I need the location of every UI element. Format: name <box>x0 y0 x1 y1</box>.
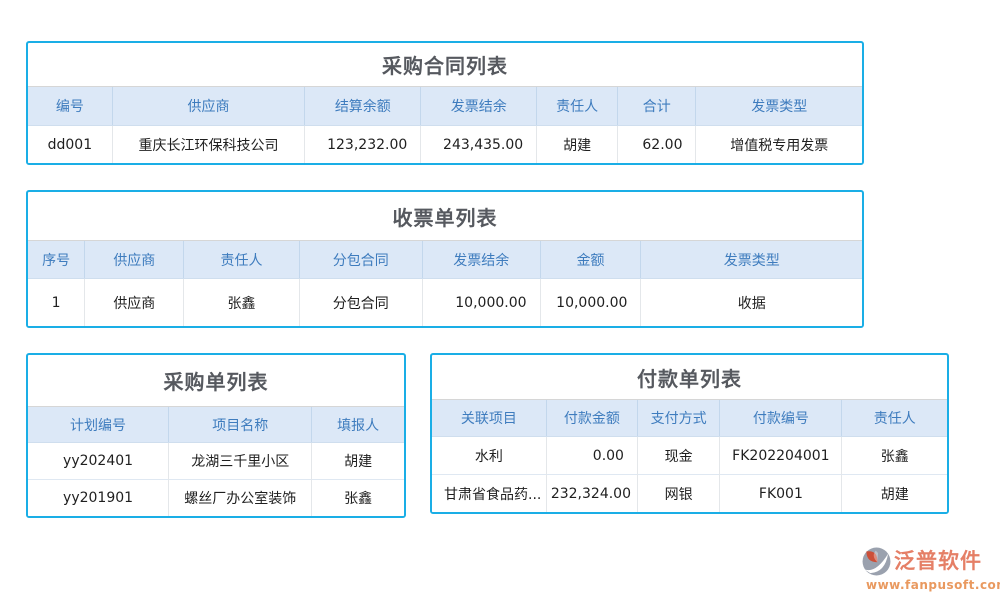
column-header: 供应商 <box>112 87 305 126</box>
payment-list-table: 关联项目 付款金额 支付方式 付款编号 责任人 水利 0.00 现金 FK202… <box>432 399 947 512</box>
column-header: 分包合同 <box>299 241 422 279</box>
purchase-contract-panel: 采购合同列表 编号 供应商 结算余额 发票结余 责任人 合计 发票类型 dd00… <box>26 41 864 165</box>
table-cell: 62.00 <box>618 126 696 164</box>
table-cell: 龙湖三千里小区 <box>169 443 312 480</box>
column-header: 供应商 <box>85 241 184 279</box>
payment-list-title: 付款单列表 <box>432 355 947 399</box>
table-row: 1 供应商 张鑫 分包合同 10,000.00 10,000.00 收据 <box>28 279 862 327</box>
table-row: yy202401 龙湖三千里小区 胡建 <box>28 443 404 480</box>
table-row: yy201901 螺丝厂办公室装饰 张鑫 <box>28 480 404 517</box>
receipt-list-title: 收票单列表 <box>28 192 862 240</box>
table-cell: 胡建 <box>312 443 404 480</box>
table-cell: 0.00 <box>546 437 637 475</box>
table-cell: 胡建 <box>537 126 618 164</box>
payment-list-panel: 付款单列表 关联项目 付款金额 支付方式 付款编号 责任人 水利 0.00 现金… <box>430 353 949 514</box>
table-cell: FK202204001 <box>720 437 842 475</box>
column-header: 填报人 <box>312 407 404 443</box>
table-cell: 甘肃省食品药... <box>432 475 546 513</box>
column-header: 付款金额 <box>546 400 637 437</box>
table-cell: 重庆长江环保科技公司 <box>112 126 305 164</box>
table-cell: 232,324.00 <box>546 475 637 513</box>
fanpu-website-url: www.fanpusoft.com <box>860 578 994 592</box>
column-header: 责任人 <box>184 241 299 279</box>
column-header: 发票结余 <box>421 87 537 126</box>
table-cell: 1 <box>28 279 85 327</box>
table-cell: 张鑫 <box>184 279 299 327</box>
column-header: 计划编号 <box>28 407 169 443</box>
fanpu-logo-icon <box>860 546 893 577</box>
table-cell: dd001 <box>28 126 112 164</box>
table-cell: 水利 <box>432 437 546 475</box>
table-row: 水利 0.00 现金 FK202204001 张鑫 <box>432 437 947 475</box>
fanpu-logo[interactable]: 泛普软件 www.fanpusoft.com <box>860 546 994 592</box>
receipt-list-panel: 收票单列表 序号 供应商 责任人 分包合同 发票结余 金额 发票类型 1 供应商… <box>26 190 864 328</box>
table-cell: 10,000.00 <box>422 279 540 327</box>
table-cell: 现金 <box>637 437 719 475</box>
table-cell: FK001 <box>720 475 842 513</box>
column-header: 合计 <box>618 87 696 126</box>
table-cell: 10,000.00 <box>540 279 641 327</box>
table-cell: 增值税专用发票 <box>696 126 862 164</box>
column-header: 项目名称 <box>169 407 312 443</box>
column-header: 金额 <box>540 241 641 279</box>
header-row: 序号 供应商 责任人 分包合同 发票结余 金额 发票类型 <box>28 241 862 279</box>
column-header: 序号 <box>28 241 85 279</box>
column-header: 编号 <box>28 87 112 126</box>
column-header: 支付方式 <box>637 400 719 437</box>
table-cell: 张鑫 <box>312 480 404 517</box>
column-header: 发票结余 <box>422 241 540 279</box>
table-cell: 网银 <box>637 475 719 513</box>
header-row: 编号 供应商 结算余额 发票结余 责任人 合计 发票类型 <box>28 87 862 126</box>
column-header: 发票类型 <box>641 241 862 279</box>
header-row: 计划编号 项目名称 填报人 <box>28 407 404 443</box>
header-row: 关联项目 付款金额 支付方式 付款编号 责任人 <box>432 400 947 437</box>
purchase-contract-title: 采购合同列表 <box>28 43 862 86</box>
column-header: 关联项目 <box>432 400 546 437</box>
table-cell: 分包合同 <box>299 279 422 327</box>
table-cell: 胡建 <box>842 475 947 513</box>
table-row: dd001 重庆长江环保科技公司 123,232.00 243,435.00 胡… <box>28 126 862 164</box>
column-header: 发票类型 <box>696 87 862 126</box>
table-cell: 243,435.00 <box>421 126 537 164</box>
purchase-order-title: 采购单列表 <box>28 355 404 406</box>
table-cell: 供应商 <box>85 279 184 327</box>
table-cell: yy202401 <box>28 443 169 480</box>
column-header: 付款编号 <box>720 400 842 437</box>
table-cell: 螺丝厂办公室装饰 <box>169 480 312 517</box>
table-cell: yy201901 <box>28 480 169 517</box>
purchase-order-table: 计划编号 项目名称 填报人 yy202401 龙湖三千里小区 胡建 yy2019… <box>28 406 404 516</box>
purchase-contract-table: 编号 供应商 结算余额 发票结余 责任人 合计 发票类型 dd001 重庆长江环… <box>28 86 862 163</box>
table-cell: 张鑫 <box>842 437 947 475</box>
table-cell: 123,232.00 <box>305 126 421 164</box>
receipt-list-table: 序号 供应商 责任人 分包合同 发票结余 金额 发票类型 1 供应商 张鑫 分包… <box>28 240 862 326</box>
purchase-order-panel: 采购单列表 计划编号 项目名称 填报人 yy202401 龙湖三千里小区 胡建 … <box>26 353 406 518</box>
fanpu-brand-text: 泛普软件 <box>894 551 982 572</box>
column-header: 责任人 <box>842 400 947 437</box>
column-header: 结算余额 <box>305 87 421 126</box>
table-cell: 收据 <box>641 279 862 327</box>
column-header: 责任人 <box>537 87 618 126</box>
table-row: 甘肃省食品药... 232,324.00 网银 FK001 胡建 <box>432 475 947 513</box>
